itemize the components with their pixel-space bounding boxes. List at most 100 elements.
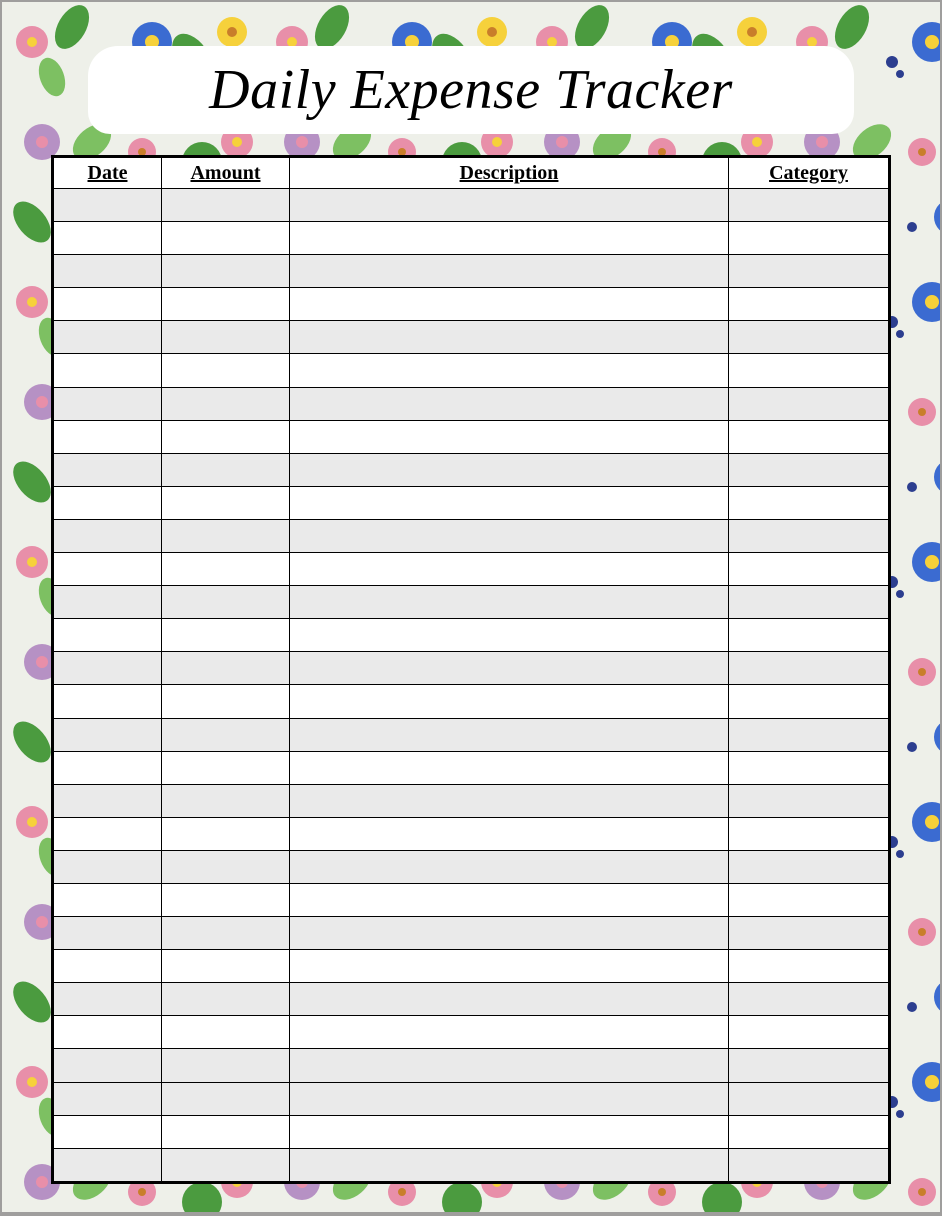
cell-category[interactable]	[729, 222, 889, 255]
cell-category[interactable]	[729, 1148, 889, 1181]
cell-description[interactable]	[290, 222, 729, 255]
cell-description[interactable]	[290, 652, 729, 685]
cell-description[interactable]	[290, 354, 729, 387]
cell-category[interactable]	[729, 420, 889, 453]
cell-description[interactable]	[290, 1115, 729, 1148]
cell-description[interactable]	[290, 685, 729, 718]
cell-description[interactable]	[290, 553, 729, 586]
cell-amount[interactable]	[162, 817, 290, 850]
cell-description[interactable]	[290, 619, 729, 652]
cell-amount[interactable]	[162, 850, 290, 883]
cell-amount[interactable]	[162, 883, 290, 916]
cell-date[interactable]	[54, 718, 162, 751]
cell-description[interactable]	[290, 519, 729, 552]
cell-description[interactable]	[290, 1016, 729, 1049]
cell-description[interactable]	[290, 883, 729, 916]
cell-date[interactable]	[54, 420, 162, 453]
cell-description[interactable]	[290, 420, 729, 453]
cell-category[interactable]	[729, 255, 889, 288]
cell-amount[interactable]	[162, 321, 290, 354]
cell-amount[interactable]	[162, 586, 290, 619]
cell-category[interactable]	[729, 817, 889, 850]
cell-description[interactable]	[290, 1049, 729, 1082]
cell-amount[interactable]	[162, 950, 290, 983]
cell-description[interactable]	[290, 817, 729, 850]
cell-date[interactable]	[54, 619, 162, 652]
cell-date[interactable]	[54, 189, 162, 222]
cell-description[interactable]	[290, 453, 729, 486]
cell-category[interactable]	[729, 321, 889, 354]
cell-amount[interactable]	[162, 917, 290, 950]
cell-category[interactable]	[729, 883, 889, 916]
cell-category[interactable]	[729, 784, 889, 817]
cell-amount[interactable]	[162, 453, 290, 486]
cell-description[interactable]	[290, 586, 729, 619]
cell-date[interactable]	[54, 817, 162, 850]
cell-date[interactable]	[54, 751, 162, 784]
cell-date[interactable]	[54, 950, 162, 983]
cell-category[interactable]	[729, 619, 889, 652]
cell-category[interactable]	[729, 354, 889, 387]
cell-category[interactable]	[729, 1082, 889, 1115]
cell-amount[interactable]	[162, 189, 290, 222]
cell-date[interactable]	[54, 1049, 162, 1082]
cell-description[interactable]	[290, 288, 729, 321]
cell-category[interactable]	[729, 685, 889, 718]
cell-amount[interactable]	[162, 420, 290, 453]
cell-amount[interactable]	[162, 718, 290, 751]
cell-category[interactable]	[729, 519, 889, 552]
cell-date[interactable]	[54, 1148, 162, 1181]
cell-description[interactable]	[290, 1148, 729, 1181]
cell-date[interactable]	[54, 1082, 162, 1115]
cell-amount[interactable]	[162, 288, 290, 321]
cell-amount[interactable]	[162, 652, 290, 685]
cell-date[interactable]	[54, 486, 162, 519]
cell-description[interactable]	[290, 784, 729, 817]
cell-date[interactable]	[54, 685, 162, 718]
cell-date[interactable]	[54, 519, 162, 552]
cell-amount[interactable]	[162, 1115, 290, 1148]
cell-amount[interactable]	[162, 1016, 290, 1049]
cell-date[interactable]	[54, 255, 162, 288]
cell-date[interactable]	[54, 983, 162, 1016]
cell-amount[interactable]	[162, 685, 290, 718]
cell-date[interactable]	[54, 652, 162, 685]
cell-date[interactable]	[54, 387, 162, 420]
cell-amount[interactable]	[162, 784, 290, 817]
cell-date[interactable]	[54, 222, 162, 255]
cell-category[interactable]	[729, 1115, 889, 1148]
cell-category[interactable]	[729, 1016, 889, 1049]
cell-description[interactable]	[290, 751, 729, 784]
cell-amount[interactable]	[162, 751, 290, 784]
cell-amount[interactable]	[162, 354, 290, 387]
cell-description[interactable]	[290, 387, 729, 420]
cell-date[interactable]	[54, 1115, 162, 1148]
cell-category[interactable]	[729, 950, 889, 983]
cell-description[interactable]	[290, 950, 729, 983]
cell-description[interactable]	[290, 1082, 729, 1115]
cell-description[interactable]	[290, 255, 729, 288]
cell-category[interactable]	[729, 1049, 889, 1082]
cell-description[interactable]	[290, 486, 729, 519]
cell-date[interactable]	[54, 917, 162, 950]
cell-amount[interactable]	[162, 222, 290, 255]
cell-amount[interactable]	[162, 619, 290, 652]
cell-date[interactable]	[54, 321, 162, 354]
cell-category[interactable]	[729, 553, 889, 586]
cell-category[interactable]	[729, 850, 889, 883]
cell-amount[interactable]	[162, 519, 290, 552]
cell-category[interactable]	[729, 387, 889, 420]
cell-category[interactable]	[729, 586, 889, 619]
cell-amount[interactable]	[162, 1082, 290, 1115]
cell-date[interactable]	[54, 883, 162, 916]
cell-date[interactable]	[54, 354, 162, 387]
cell-date[interactable]	[54, 1016, 162, 1049]
cell-date[interactable]	[54, 784, 162, 817]
cell-category[interactable]	[729, 983, 889, 1016]
cell-amount[interactable]	[162, 486, 290, 519]
cell-date[interactable]	[54, 288, 162, 321]
cell-date[interactable]	[54, 453, 162, 486]
cell-category[interactable]	[729, 288, 889, 321]
cell-amount[interactable]	[162, 1148, 290, 1181]
cell-category[interactable]	[729, 718, 889, 751]
